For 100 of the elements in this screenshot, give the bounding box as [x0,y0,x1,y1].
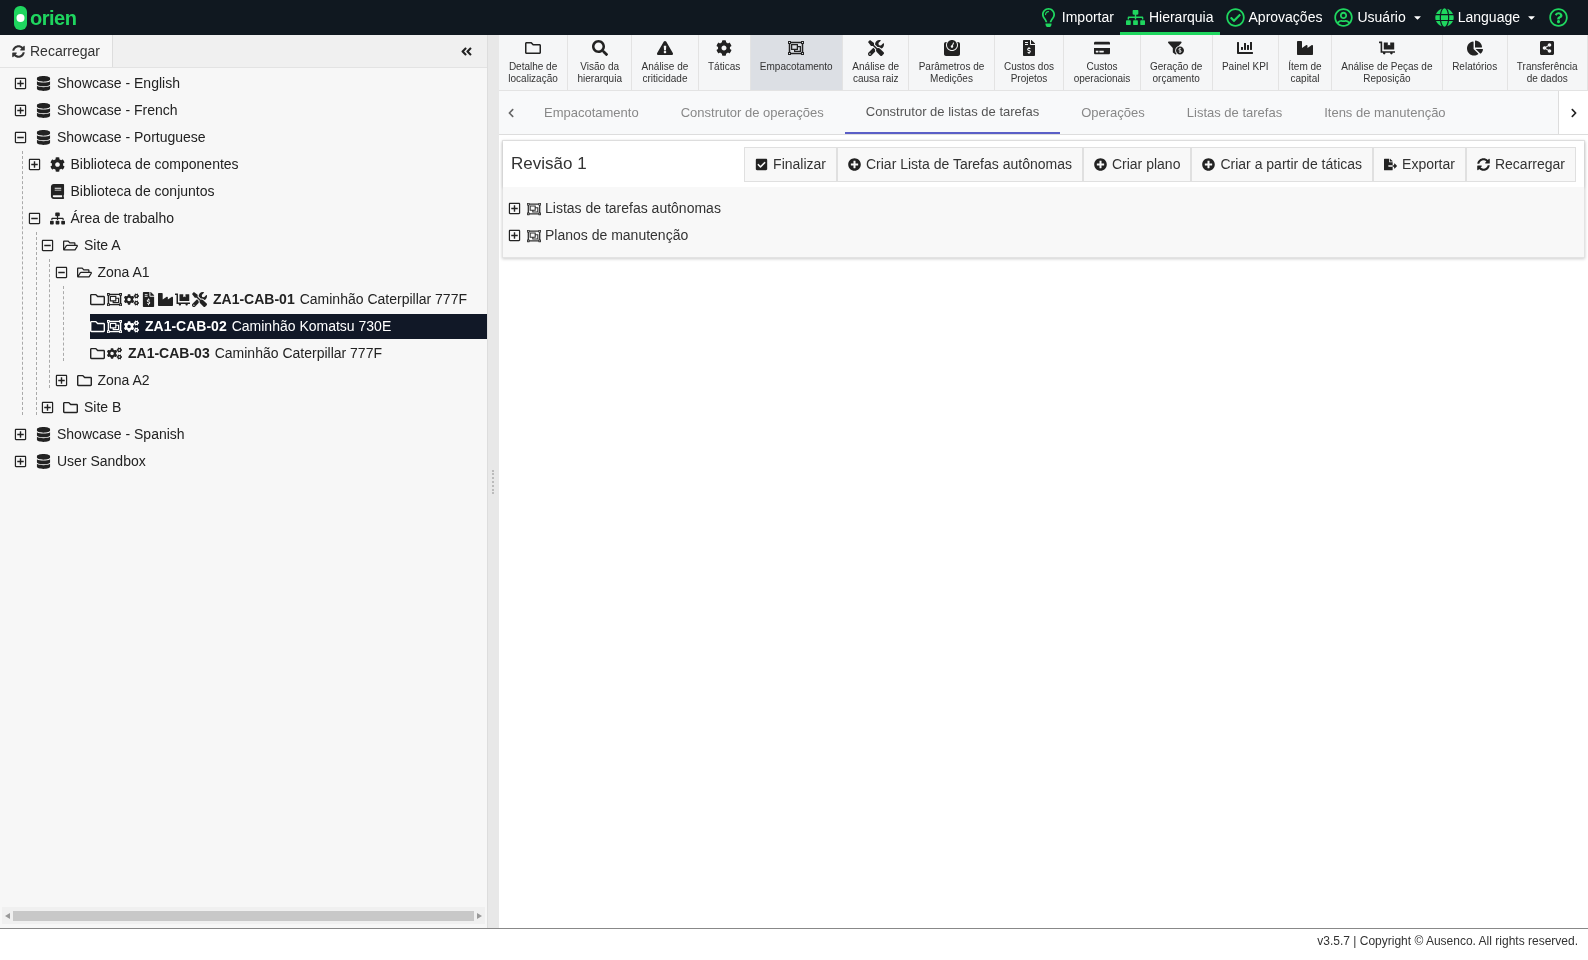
reload-icon [12,44,25,58]
module-button[interactable]: Custos operacionais [1064,35,1141,90]
gear-icon [716,40,733,56]
module-button[interactable]: Transferência de dados [1507,35,1588,90]
expand-icon[interactable] [508,229,521,242]
tools-icon [192,292,207,307]
expand-icon[interactable] [508,202,521,215]
nav-link[interactable]: Aprovações [1219,0,1329,35]
nav-link[interactable]: Language [1428,0,1543,35]
chevron-left-icon [506,107,516,118]
tree-item[interactable]: Zona A2 [76,368,154,393]
credit-card-icon [1094,40,1110,56]
module-button[interactable]: Custos dos Projetos [994,35,1065,90]
tree-item[interactable]: Listas de tarefas autônomas [525,198,723,219]
nav-link[interactable]: Importar [1032,0,1120,35]
expand-icon[interactable] [14,77,27,90]
module-button[interactable]: Táticas [698,35,751,90]
collapse-icon[interactable] [14,131,27,144]
module-button[interactable]: Análise de causa raiz [843,35,910,90]
book-icon [49,184,65,199]
module-button[interactable]: Visão da hierarquia [568,35,633,90]
dollar-file-icon [141,292,156,307]
expand-icon[interactable] [27,158,41,171]
pie-chart-icon [1466,40,1483,56]
collapse-sidebar-icon[interactable] [460,44,473,58]
expand-icon[interactable] [14,455,27,468]
reload-button[interactable]: Recarregar [0,35,114,67]
factory-icon [1296,40,1313,56]
tree-item[interactable]: Zona A1 [76,260,154,285]
folder-icon [525,40,542,56]
panel-title: Revisão 1 [511,153,587,176]
chevron-right-icon [1568,107,1579,118]
nav-link[interactable]: Usuário [1328,0,1429,35]
warning-icon [656,40,673,56]
logo-icon [14,5,27,30]
tab[interactable]: Empacotamento [523,91,660,134]
module-button[interactable]: Ítem de capital [1278,35,1332,90]
module-button[interactable]: Análise de Peças de Reposição [1332,35,1443,90]
export-icon [1384,157,1398,171]
copyright-text: v3.5.7 | Copyright © Ausenco. All rights reserved. [1317,932,1578,950]
database-icon [36,427,51,442]
dolly-icon [175,292,190,307]
module-button[interactable]: Detalhe de localização [499,35,569,90]
tree-item[interactable]: Showcase - Portuguese [36,125,210,150]
sitemap-icon [49,211,65,226]
tab[interactable]: Operações [1060,91,1166,134]
reload-icon [1476,157,1490,171]
tree-item[interactable]: Showcase - Spanish [36,422,189,447]
share-icon [1539,40,1556,56]
object-group-icon [107,292,122,307]
expand-icon[interactable] [14,428,27,441]
folder-icon [90,292,105,307]
brand-name: orien [30,5,77,31]
tree-item[interactable]: ZA1-CAB-03 Caminhão Caterpillar 777F [90,341,386,366]
factory-icon [158,292,173,307]
tree-item[interactable]: Biblioteca de conjuntos [49,179,219,204]
database-icon [36,76,51,91]
module-button[interactable]: Análise de criticidade [632,35,699,90]
expand-icon[interactable] [54,374,68,387]
tree-item[interactable]: ZA1-CAB-01 Caminhão Caterpillar 777F [90,287,471,312]
gears-icon [124,292,139,307]
toolbar-button[interactable]: Exportar [1373,146,1466,182]
object-group-icon [527,201,541,216]
tree-item[interactable]: Site A [63,233,125,258]
toolbar-button[interactable]: Criar a partir de táticas [1191,146,1374,182]
gears-icon [107,346,122,361]
module-button[interactable]: Parâmetros de Medições [909,35,995,90]
open-folder-icon [76,265,92,280]
toolbar-button[interactable]: Finalizar [744,146,837,182]
tree-item[interactable]: ZA1-CAB-02 Caminhão Komatsu 730E [90,314,487,339]
tree-item[interactable]: Planos de manutenção [525,225,691,246]
bar-chart-icon [1237,40,1254,56]
tree-item[interactable]: User Sandbox [36,449,150,474]
folder-icon [90,319,105,334]
toolbar-button[interactable]: Criar plano [1082,146,1192,182]
search-icon [591,40,608,56]
folder-icon [90,346,105,361]
object-group-icon [107,319,122,334]
tree-item[interactable]: Showcase - French [36,98,182,123]
funnel-dollar-icon [1168,40,1185,56]
tools-icon [867,40,884,56]
tree-item[interactable]: Showcase - English [36,71,184,96]
module-button[interactable]: Painel KPI [1212,35,1279,90]
collapse-icon[interactable] [27,212,41,225]
module-button[interactable]: Empacotamento [750,35,843,90]
toolbar-button[interactable]: Recarregar [1465,146,1576,182]
collapse-icon[interactable] [41,239,54,252]
globe-icon [1434,8,1454,27]
dollar-file-icon [1020,40,1037,56]
expand-icon[interactable] [14,104,27,117]
tree-item[interactable]: Área de trabalho [49,206,179,231]
module-button[interactable]: Geração de orçamento [1140,35,1213,90]
checkbox-icon [755,157,769,171]
database-icon [36,454,51,469]
toolbar-button[interactable]: Criar Lista de Tarefas autônomas [837,146,1083,182]
collapse-icon[interactable] [54,266,68,279]
tree-item[interactable]: Site B [63,395,126,420]
module-button[interactable]: Relatórios [1442,35,1508,90]
tree-item[interactable]: Biblioteca de componentes [49,152,243,177]
expand-icon[interactable] [41,401,54,414]
